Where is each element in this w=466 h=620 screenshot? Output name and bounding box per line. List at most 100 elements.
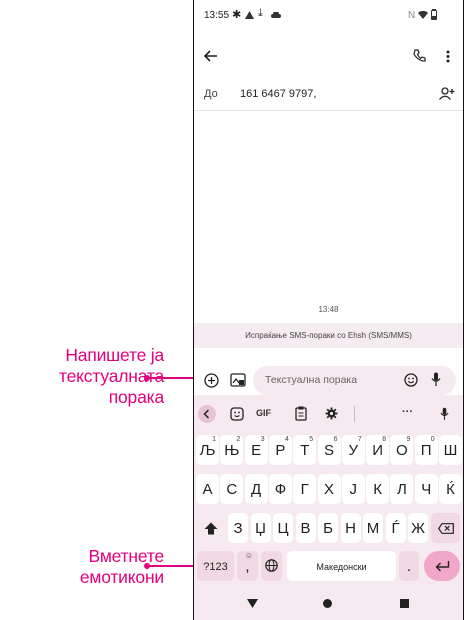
symbols-key[interactable]: ?123 [197,551,234,581]
key[interactable]: Б [318,513,338,543]
message-input[interactable]: Текстуална порака [253,366,456,395]
collapse-toolbar-button[interactable] [198,405,216,423]
back-triangle-icon[interactable] [247,599,258,608]
language-key[interactable] [261,551,282,581]
key-label: А [202,481,213,498]
mic-icon[interactable] [431,372,441,387]
key-hint: 7 [357,436,362,443]
key-hint: 1 [212,436,216,443]
sending-via-banner: Испраќање SMS-пораки со Ehsh (SMS/MMS) [194,323,463,348]
annotation-write-message: Напишете ја текстуалната порака [0,345,164,408]
key-label: С [226,481,238,498]
recents-square-icon[interactable] [400,599,409,608]
arrow-left-icon[interactable] [204,50,218,62]
key[interactable]: 6Ѕ [317,435,341,465]
space-bar[interactable]: Македонски [287,551,396,581]
key[interactable]: 5Т [293,435,317,465]
key[interactable]: З [228,513,248,543]
key-label: Ѕ [323,442,334,459]
key[interactable]: 3Е [244,435,268,465]
download-icon: ⤓ [258,7,263,19]
symbols-key-label: ?123 [203,561,228,573]
key[interactable]: Ш [439,435,462,465]
sticker-icon[interactable] [230,407,244,421]
key[interactable]: Џ [250,513,271,543]
key[interactable]: С [220,474,244,504]
sending-via-text: Испраќање SMS-пораки со Ehsh (SMS/MMS) [245,331,412,340]
key-label: К [373,481,382,498]
wifi-icon [418,11,428,19]
key[interactable]: Х [317,474,341,504]
key-label: Ф [274,481,287,498]
key[interactable]: К [366,474,390,504]
battery-icon [431,9,437,20]
key[interactable]: А [196,474,219,504]
period-key-label: . [406,558,412,575]
backspace-icon [437,523,454,534]
key[interactable]: Ѓ [385,513,406,543]
key-label: П [420,442,432,459]
globe-icon [265,559,278,572]
key[interactable]: В [295,513,316,543]
key-label: Џ [255,520,266,537]
key-label: Д [251,481,262,498]
key[interactable]: 8И [366,435,390,465]
key[interactable]: Ф [268,474,292,504]
enter-key[interactable] [424,551,460,581]
key[interactable]: Ч [414,474,438,504]
key[interactable]: Ј [341,474,365,504]
phone-icon[interactable] [413,49,426,62]
nfc-icon: N [408,10,416,21]
home-circle-icon[interactable] [323,599,332,608]
message-placeholder: Текстуална порака [265,374,358,386]
person-add-icon[interactable] [439,87,455,100]
key-hint: 9 [406,436,411,443]
key-hint: 3 [260,436,265,443]
key-label: Б [323,520,333,537]
key[interactable]: Ж [408,513,428,543]
key[interactable]: Н [340,513,361,543]
key[interactable]: 1Љ [196,435,219,465]
key[interactable]: Г [293,474,317,504]
recipient-chip[interactable]: 161 6467 9797, [240,88,316,100]
key[interactable]: Д [244,474,268,504]
shift-icon [204,522,218,535]
enter-icon [435,561,449,572]
gallery-icon[interactable] [230,372,246,388]
add-circle-icon[interactable] [204,373,219,388]
key[interactable]: М [363,513,383,543]
key[interactable]: Ќ [439,474,462,504]
more-vert-icon[interactable] [446,50,450,63]
mic-icon[interactable] [440,407,449,421]
key-label: В [300,520,311,537]
backspace-key[interactable] [431,513,460,543]
gear-icon[interactable] [325,407,338,420]
period-key[interactable]: . [399,551,419,581]
key[interactable]: 4Р [268,435,292,465]
key-label: Е [251,442,262,459]
key-label: Р [275,442,286,459]
gif-button[interactable]: GIF [256,408,271,418]
key[interactable]: 2Њ [220,435,244,465]
shift-key[interactable] [197,513,225,543]
clipboard-icon[interactable] [295,406,307,421]
recipient-label: До [204,88,218,100]
key-label: М [366,520,380,537]
message-timestamp: 13:48 [318,305,339,314]
emoji-icon[interactable] [404,373,418,387]
annotation-insert-emoticons: Вметнете емотикони [0,546,164,588]
keyboard: GIF ··· 1Љ2Њ3Е4Р5Т6Ѕ7У8И9О0ПШ АСДФГХЈКЛЧ… [194,395,463,587]
key[interactable]: Ц [273,513,293,543]
annotation-line: емотикони [79,567,164,587]
key-hint: 6 [333,436,338,443]
annotation-line: Вметнете [88,546,165,566]
key[interactable]: 9О [390,435,414,465]
more-tools-button[interactable]: ··· [402,406,413,418]
key-label: О [396,442,408,459]
key[interactable]: Л [390,474,414,504]
key[interactable]: 0П [414,435,438,465]
key[interactable]: 7У [341,435,365,465]
comma-key[interactable]: ☺ , [237,551,258,581]
settings-icon: ✱ [232,9,242,21]
annotation-line: Напишете ја [65,345,164,365]
